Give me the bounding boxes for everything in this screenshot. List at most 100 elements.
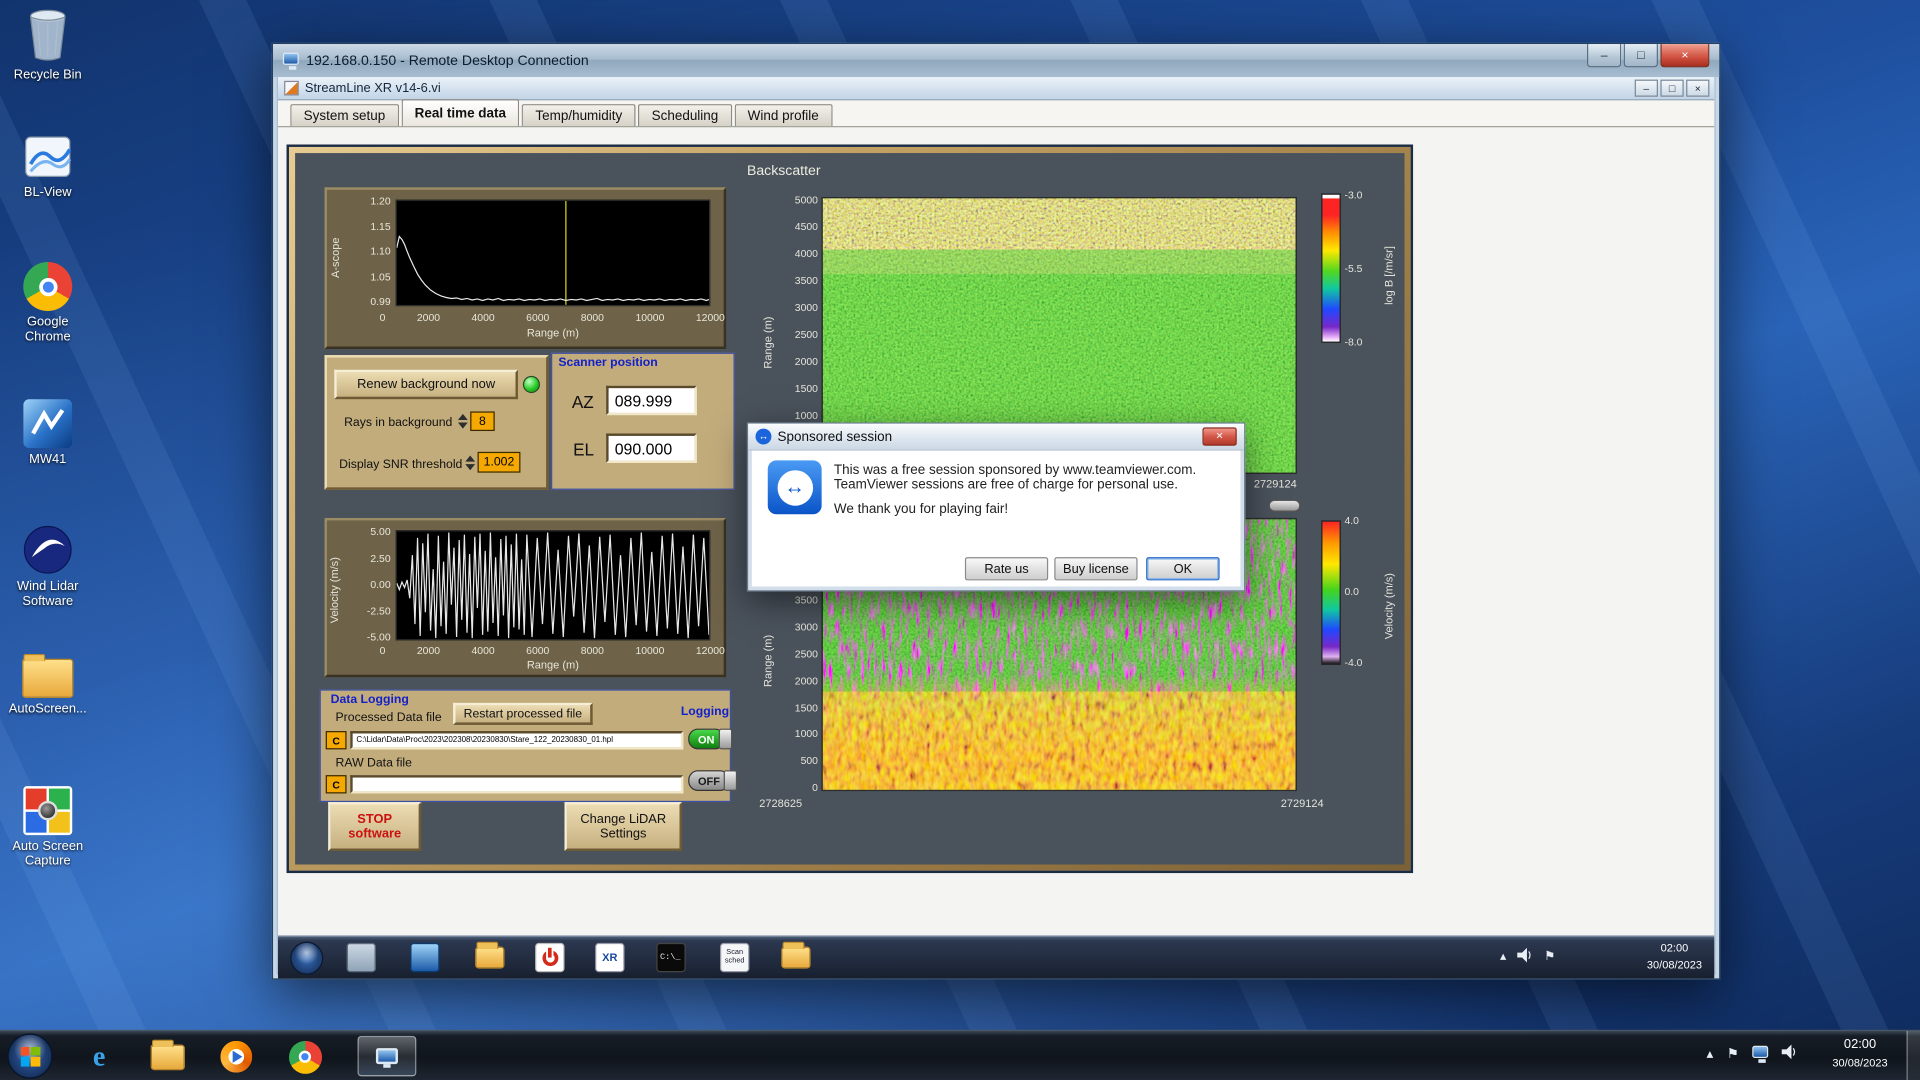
tick-label: 8000 [581,311,604,323]
rays-value[interactable]: 8 [470,411,494,431]
rdp-maximize-button[interactable]: □ [1624,44,1658,67]
rdp-minimize-button[interactable]: – [1587,44,1621,67]
toggle-knob [718,729,731,750]
tick-label: 4.0 [1345,514,1359,526]
tick-label: -2.50 [367,604,391,616]
screen: Recycle Bin BL-View Google Chrome MW41 W… [0,0,1920,1080]
tick-label: 8000 [581,644,604,656]
app-restore-button[interactable]: □ [1660,80,1683,97]
taskbar-chrome-button[interactable] [287,1038,324,1075]
app-title: StreamLine XR v14-6.vi [305,81,441,96]
desktop-icon-recycle-bin[interactable]: Recycle Bin [2,7,93,82]
remote-taskbar-power-icon[interactable] [535,943,564,972]
ok-button[interactable]: OK [1146,557,1219,580]
az-value-field[interactable]: 089.999 [606,386,697,415]
processed-data-file-label: Processed Data file [336,711,442,724]
tick-label: 0.0 [1345,585,1359,597]
remote-start-button[interactable] [290,942,323,975]
buy-license-button[interactable]: Buy license [1054,557,1137,580]
velocity-x-ticks: 020004000600080001000012000 [380,644,725,656]
rays-spinner[interactable] [457,411,468,431]
auto-screen-capture-icon [2,786,93,835]
desktop-icon-bl-view[interactable]: BL-View [2,132,93,199]
taskbar-wmp-button[interactable] [218,1038,255,1075]
remote-volume-icon[interactable] [1517,948,1533,966]
desktop-icon-label: Auto Screen Capture [2,839,93,869]
rate-us-button[interactable]: Rate us [965,557,1048,580]
rdp-close-button[interactable]: × [1660,44,1709,67]
tray-volume-icon[interactable] [1782,1044,1798,1062]
raw-data-file-label: RAW Data file [336,757,412,770]
desktop-icon-google-chrome[interactable]: Google Chrome [2,262,93,344]
desktop-icon-label: Recycle Bin [2,67,93,82]
raw-path-input[interactable] [350,775,683,793]
teamviewer-icon: ↔ [756,429,772,445]
tray-network-icon[interactable] [1752,1046,1768,1062]
remote-taskbar-folder2-icon[interactable] [781,947,810,969]
tick-label: 1500 [795,382,818,394]
desktop-icon-auto-screen-capture[interactable]: Auto Screen Capture [2,786,93,868]
snr-threshold-value[interactable]: 1.002 [478,452,521,473]
remote-clock: 02:00 30/08/2023 [1647,940,1702,973]
restart-processed-file-button[interactable]: Restart processed file [453,703,593,725]
tick-label: 1000 [795,409,818,421]
processed-logging-toggle[interactable]: ON [688,729,731,750]
stop-software-button[interactable]: STOPsoftware [328,802,421,851]
scanner-position-group: Scanner position AZ 089.999 EL 090.000 [551,353,735,490]
remote-taskbar-monitor-icon[interactable] [410,943,439,972]
remote-taskbar-console-icon[interactable]: C:\_ [656,943,685,972]
app-titlebar: StreamLine XR v14-6.vi – □ × [278,77,1714,100]
tick-label: 0.99 [370,295,390,307]
processed-path-input[interactable]: C:\Lidar\Data\Proc\2023\202308\20230830\… [350,731,683,749]
desktop-icon-label: Google Chrome [2,315,93,345]
show-desktop-button[interactable] [1907,1031,1920,1080]
tab-scheduling[interactable]: Scheduling [638,104,732,126]
snr-spinner[interactable] [464,452,475,473]
heatmap-scrollbar-knob[interactable] [1269,500,1301,512]
tick-label: 12000 [696,644,725,656]
start-button[interactable] [7,1033,52,1078]
windows-flag-icon [20,1046,40,1066]
remote-taskbar-folder-icon[interactable] [475,947,504,969]
tab-wind-profile[interactable]: Wind profile [734,104,832,126]
tick-label: 1500 [795,701,818,713]
tick-label: 4500 [795,220,818,232]
change-lidar-settings-button[interactable]: Change LiDARSettings [564,802,682,851]
tick-label: 2000 [795,674,818,686]
tab-real-time-data[interactable]: Real time data [401,99,519,126]
desktop-icon-wind-lidar[interactable]: Wind Lidar Software [2,524,93,609]
remote-tray-up-arrow[interactable]: ▴ [1500,950,1506,963]
tick-label: -3.0 [1345,189,1363,201]
folder-icon [2,651,93,698]
desktop-icon-mw41[interactable]: MW41 [2,399,93,466]
dialog-line3: We thank you for playing fair! [834,502,1008,517]
tick-label: 4000 [472,644,495,656]
desktop-icon-autoscreen[interactable]: AutoScreen... [2,651,93,716]
remote-taskbar-xr-icon[interactable]: XR [595,943,624,972]
tab-temp-humidity[interactable]: Temp/humidity [522,104,636,126]
backscatter-y-axis-label: Range (m) [762,269,774,416]
processed-drive-button[interactable]: C [326,731,347,749]
remote-taskbar-app-icon[interactable] [347,943,376,972]
taskbar-ie-button[interactable]: e [81,1038,118,1075]
dialog-close-button[interactable]: × [1202,427,1236,445]
app-minimize-button[interactable]: – [1635,80,1658,97]
raw-drive-button[interactable]: C [326,775,347,793]
tab-system-setup[interactable]: System setup [290,104,399,126]
app-close-button[interactable]: × [1686,80,1709,97]
remote-taskbar-scan-sched-icon[interactable]: Scansched [720,943,749,972]
remote-tray-flag-icon[interactable]: ⚑ [1544,950,1555,963]
tick-label: -4.0 [1345,656,1363,668]
el-value-field[interactable]: 090.000 [606,433,697,462]
tick-label: 12000 [696,311,725,323]
renew-background-button[interactable]: Renew background now [334,370,518,399]
tick-label: 2500 [795,648,818,660]
taskbar-explorer-button[interactable] [149,1038,186,1075]
taskbar-clock[interactable]: 02:00 30/08/2023 [1820,1036,1901,1072]
taskbar-rdp-button[interactable] [358,1036,417,1076]
tick-label: -5.00 [367,631,391,643]
tray-action-center-icon[interactable]: ⚑ [1727,1046,1739,1062]
raw-logging-toggle[interactable]: OFF [688,770,737,791]
tray-show-hidden-icons[interactable]: ▴ [1706,1046,1713,1062]
velocity-colorbar-ticks: 4.0 0.0 -4.0 [1345,514,1382,668]
